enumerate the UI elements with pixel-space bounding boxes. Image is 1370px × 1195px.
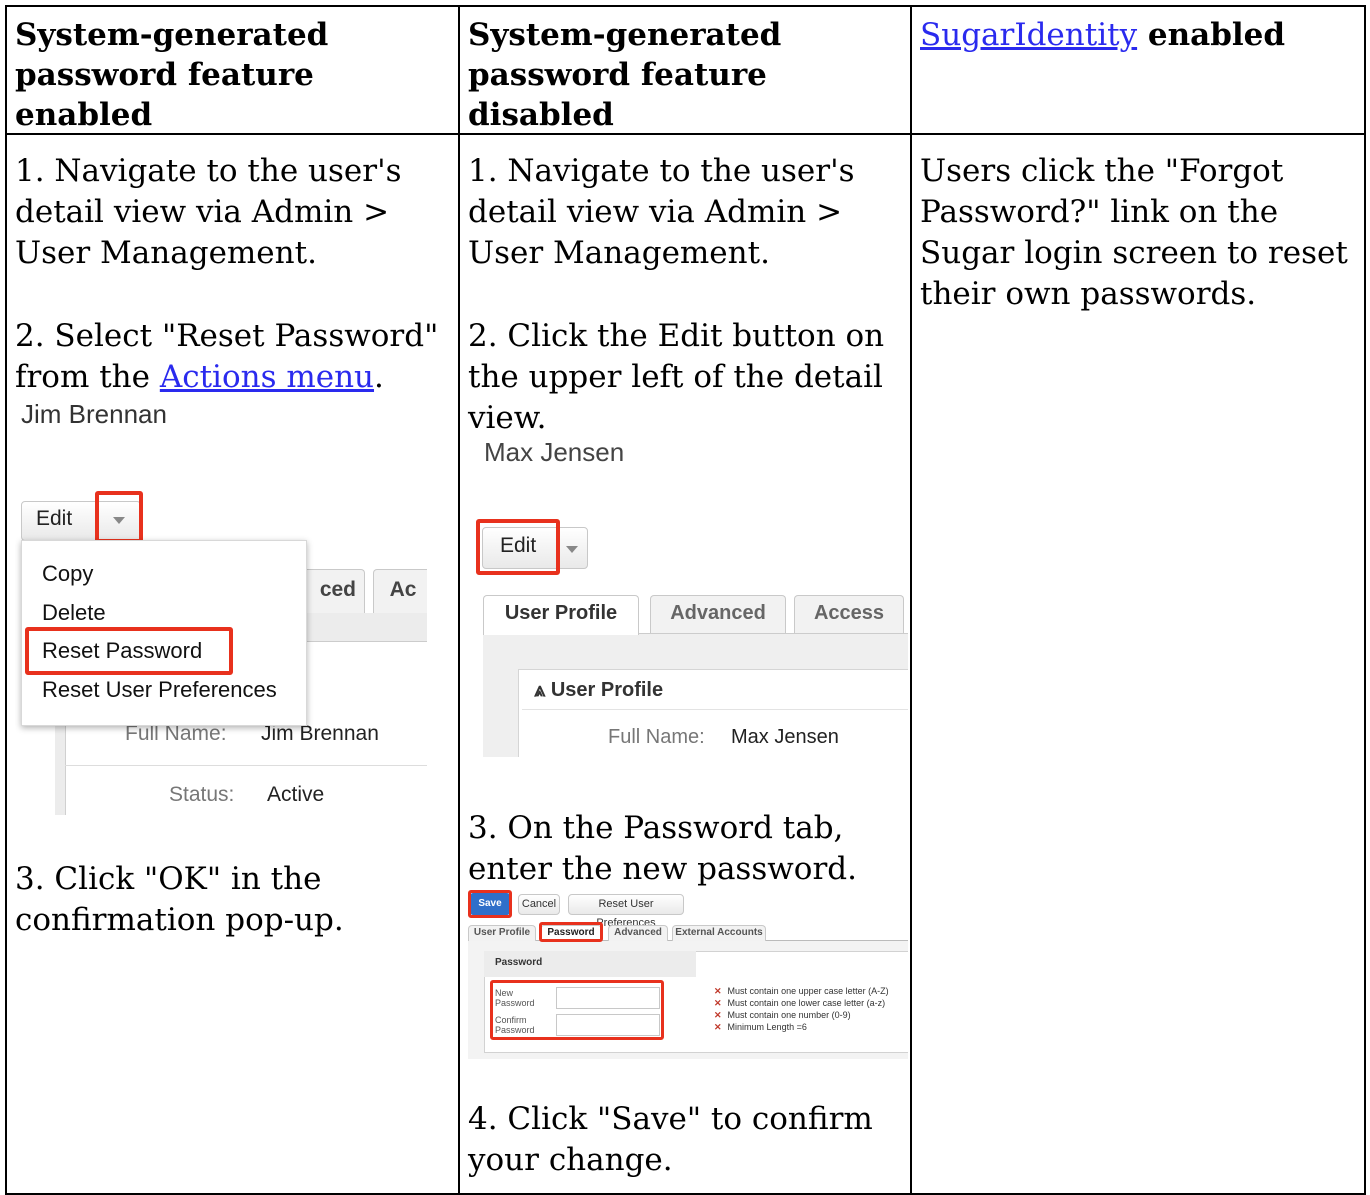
col2-step3: 3. On the Password tab, enter the new pa…: [468, 810, 857, 887]
highlight-box: [25, 627, 233, 675]
rule-lowercase: ✕ Must contain one lower case letter (a-z…: [714, 997, 889, 1009]
tab-access[interactable]: Access: [794, 595, 904, 633]
col2-step2: 2. Click the Edit button on the upper le…: [468, 318, 885, 436]
x-icon: ✕: [714, 1010, 722, 1020]
highlight-box: [490, 980, 664, 1040]
panel-divider: [522, 709, 908, 710]
rule-text: Must contain one upper case letter (A-Z): [727, 986, 889, 996]
collapse-icon[interactable]: ⩓: [534, 679, 545, 701]
column-divider: [910, 7, 912, 1193]
x-icon: ✕: [714, 1022, 722, 1032]
col1-step1: 1. Navigate to the user's detail view vi…: [15, 153, 402, 271]
menu-item-delete[interactable]: Delete: [42, 600, 106, 626]
rule-text: Must contain one number (0-9): [727, 1010, 851, 1020]
menu-item-copy[interactable]: Copy: [42, 561, 93, 587]
rule-length: ✕ Minimum Length =6: [714, 1021, 889, 1033]
col1-step3: 3. Click "OK" in the confirmation pop-up…: [15, 861, 344, 938]
full-name-value: Max Jensen: [731, 726, 839, 748]
status-value: Active: [267, 783, 325, 806]
cancel-button[interactable]: Cancel: [518, 894, 560, 915]
instructions-table: System-generated password feature enable…: [5, 5, 1366, 1195]
tab-access-partial[interactable]: Ac: [373, 569, 427, 613]
col2-step4: 4. Click "Save" to confirm your change.: [468, 1101, 873, 1178]
header-sugaridentity-suffix: enabled: [1137, 17, 1286, 53]
tab-advanced[interactable]: Advanced: [650, 595, 786, 633]
header-password-disabled: System-generated password feature disabl…: [468, 17, 782, 133]
tab-advanced[interactable]: Advanced: [608, 925, 668, 941]
header-sugaridentity: SugarIdentity enabled: [920, 15, 1360, 55]
panel-title: ⩓ User Profile: [534, 679, 663, 702]
user-name: Jim Brennan: [21, 399, 167, 429]
field-divider: [65, 765, 427, 766]
tab-user-profile[interactable]: User Profile: [468, 925, 536, 941]
tab-user-profile[interactable]: User Profile: [483, 595, 639, 635]
col1-step2-period: .: [374, 359, 384, 395]
reset-password-screenshot: Jim Brennan Edit Full Name: Jim Brennan …: [15, 391, 427, 815]
highlight-box: [468, 890, 512, 918]
actions-menu-link[interactable]: Actions menu: [160, 359, 374, 395]
panel-title-text: User Profile: [550, 679, 664, 701]
column-divider: [458, 7, 460, 1193]
password-panel-title: Password: [495, 957, 543, 968]
highlight-box: [95, 491, 143, 543]
status-label: Status:: [169, 783, 235, 806]
password-rules: ✕ Must contain one upper case letter (A-Z…: [714, 985, 889, 1033]
col3-text: Users click the "Forgot Password?" link …: [920, 153, 1348, 312]
highlight-box: [539, 922, 603, 942]
user-name: Max Jensen: [484, 437, 625, 467]
edit-button[interactable]: Edit: [36, 507, 72, 531]
sugaridentity-link[interactable]: SugarIdentity: [920, 17, 1137, 53]
x-icon: ✕: [714, 986, 722, 996]
col2-step1: 1. Navigate to the user's detail view vi…: [468, 153, 855, 271]
edit-button-screenshot: Max Jensen Edit User Profile Advanced Ac…: [468, 431, 908, 757]
menu-item-reset-user-preferences[interactable]: Reset User Preferences: [42, 677, 277, 703]
reset-user-preferences-button[interactable]: Reset User Preferences: [568, 894, 684, 929]
col1-step2: 2. Select "Reset Password" from the Acti…: [15, 316, 455, 398]
tab-external-accounts[interactable]: External Accounts: [672, 925, 766, 941]
chevron-down-icon[interactable]: [566, 546, 578, 553]
x-icon: ✕: [714, 998, 722, 1008]
rule-number: ✕ Must contain one number (0-9): [714, 1009, 889, 1021]
password-tab-screenshot: Save Cancel Reset User Preferences User …: [468, 889, 908, 1061]
rule-uppercase: ✕ Must contain one upper case letter (A-Z…: [714, 985, 889, 997]
full-name-label: Full Name:: [608, 726, 705, 748]
rule-text: Must contain one lower case letter (a-z): [727, 998, 886, 1008]
highlight-box: [476, 519, 560, 575]
header-password-enabled: System-generated password feature enable…: [15, 17, 329, 133]
rule-text: Minimum Length =6: [727, 1022, 807, 1032]
